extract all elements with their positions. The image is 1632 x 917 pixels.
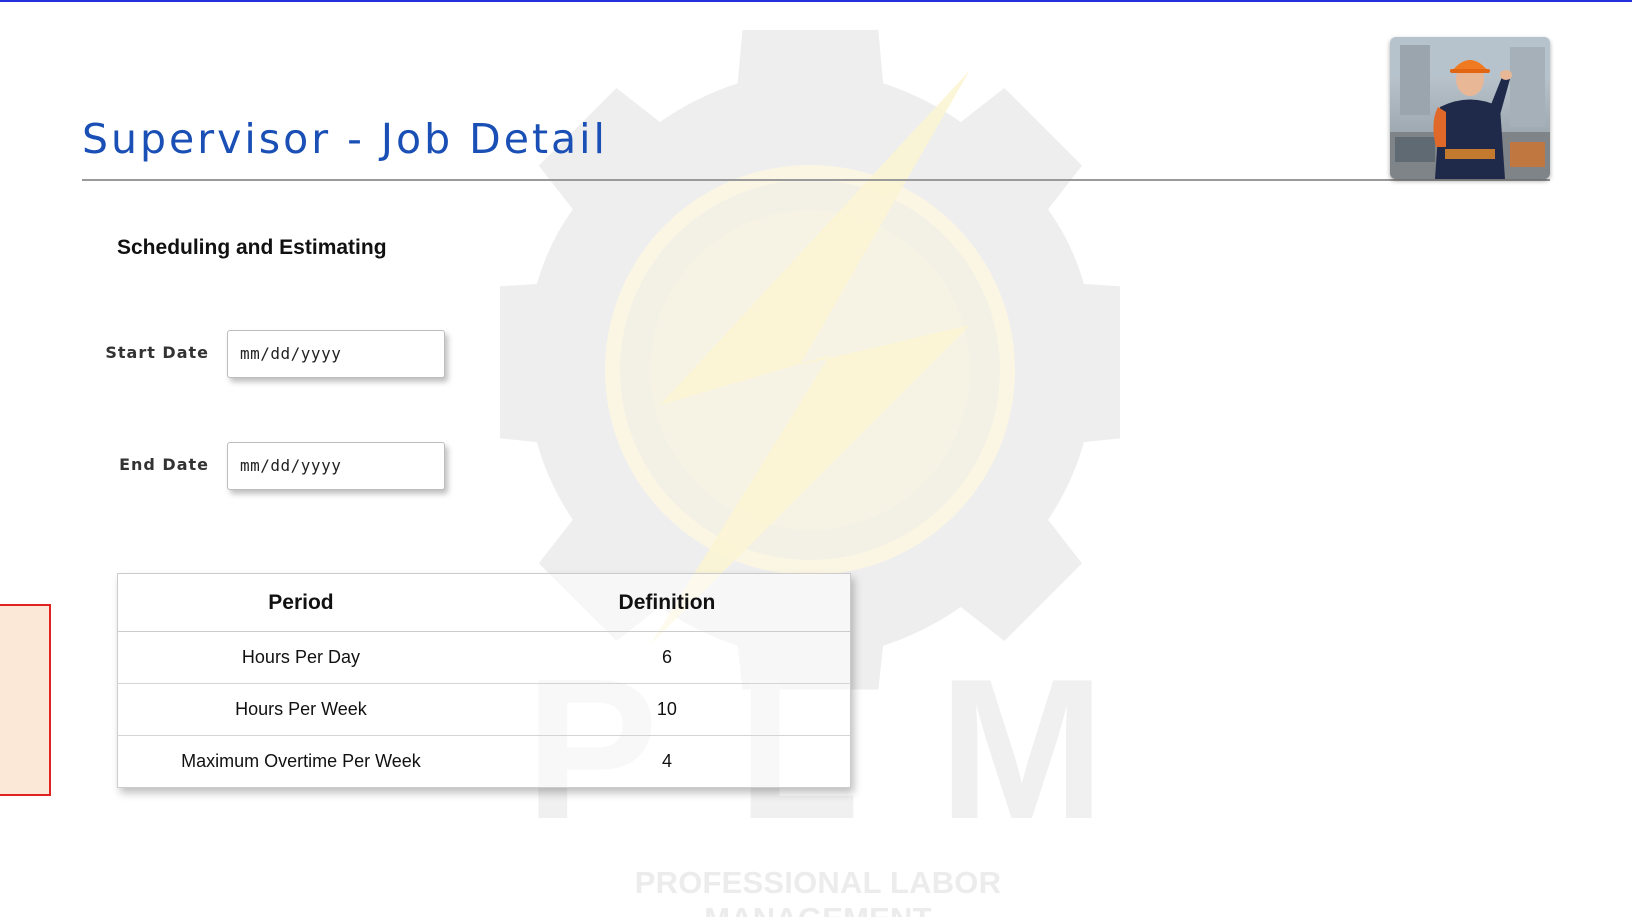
column-header-definition: Definition (483, 573, 851, 632)
start-date-input[interactable]: mm/dd/yyyy (227, 330, 445, 378)
watermark-letter-m: M (938, 638, 1105, 861)
period-cell: Hours Per Day (117, 631, 484, 684)
watermark-tagline: PROFESSIONAL LABOR MANAGEMENT (634, 865, 1002, 917)
definition-cell: 4 (661, 751, 672, 771)
table-row: Maximum Overtime Per Week 4 (118, 736, 851, 788)
period-cell: Maximum Overtime Per Week (181, 751, 421, 771)
top-border (0, 0, 1632, 2)
table-row: Hours Per Week 10 (117, 683, 851, 736)
period-cell: Hours Per Week (117, 683, 484, 736)
end-date-input[interactable]: mm/dd/yyyy (227, 442, 445, 490)
page-title: Supervisor - Job Detail (82, 115, 608, 163)
side-panel-box[interactable] (0, 604, 51, 796)
avatar (1390, 37, 1550, 179)
column-header-period: Period (117, 573, 484, 632)
start-date-label: Start Date (105, 343, 209, 362)
end-date-label: End Date (119, 455, 209, 474)
page: P L M PROFESSIONAL LABOR MANAGEMENT Supe… (0, 0, 1632, 917)
period-definition-table: Period Definition Hours Per Day 6 Hours … (117, 573, 851, 788)
table-row: Hours Per Day 6 (117, 631, 851, 684)
worker-photo-icon (1390, 37, 1550, 179)
table-header-row: Period Definition (117, 573, 851, 632)
definition-cell: 10 (483, 683, 851, 736)
definition-cell: 6 (483, 631, 851, 684)
header-divider (82, 179, 1550, 181)
section-title: Scheduling and Estimating (117, 236, 387, 259)
